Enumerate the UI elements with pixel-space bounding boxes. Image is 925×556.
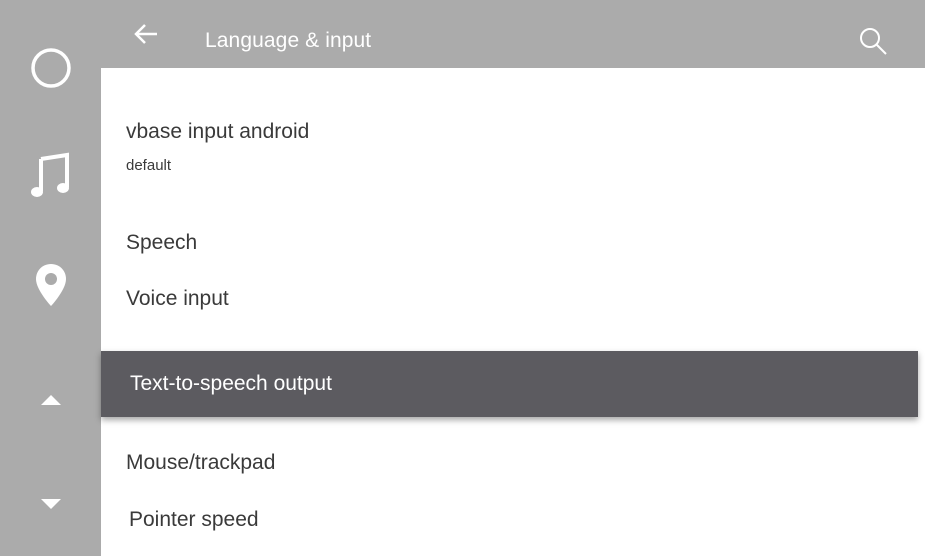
app-bar: Language & input [101,0,925,68]
arrow-left-icon [134,24,157,44]
mouse-section-header: Mouse/trackpad [126,451,276,474]
location-pin-icon [35,264,66,306]
scroll-up-button[interactable] [0,380,101,420]
music-button[interactable] [0,146,101,206]
triangle-down-icon [40,499,61,509]
back-button[interactable] [131,22,161,46]
tts-output-item[interactable]: Text-to-speech output [101,351,918,417]
search-button[interactable] [858,26,890,58]
speech-section-header: Speech [126,231,198,254]
voice-input-item[interactable]: Voice input [126,287,229,311]
search-icon [860,28,887,55]
nav-rail [0,0,101,556]
tts-output-label: Text-to-speech output [130,372,332,395]
home-circle-icon [30,48,71,88]
keyboard-item-summary: default [126,157,172,174]
scroll-down-button[interactable] [0,484,101,524]
keyboard-item-title[interactable]: vbase input android [126,120,309,144]
music-note-icon [30,152,69,197]
pointer-speed-item[interactable]: Pointer speed [129,508,259,532]
triangle-up-icon [40,395,61,405]
settings-list: vbase input android default Speech Voice… [101,68,925,556]
location-button[interactable] [0,256,101,316]
home-button[interactable] [0,38,101,98]
page-title: Language & input [205,29,372,52]
